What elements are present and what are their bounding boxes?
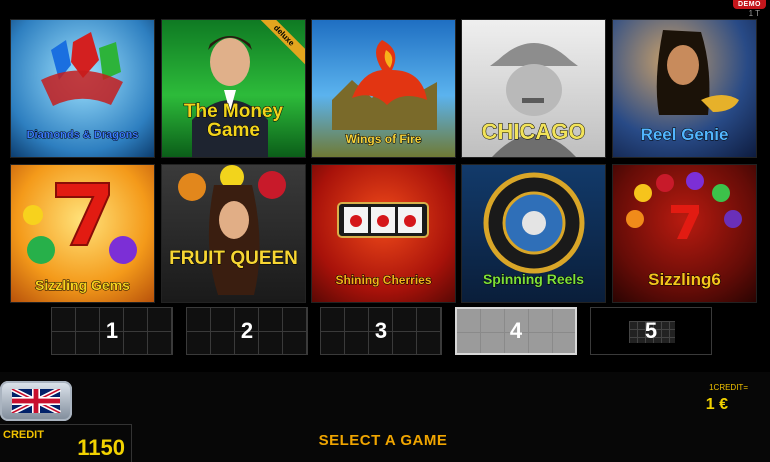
game-tile-diamonds-dragons[interactable]: Diamonds & Dragons [11, 20, 154, 157]
game-tile-sizzling-gems[interactable]: Sizzling Gems [11, 165, 154, 302]
page-3-button[interactable]: 3 [320, 307, 442, 355]
page-number: 4 [509, 318, 523, 343]
game-title: CHICAGO [481, 119, 586, 144]
credit-label: CREDIT [3, 429, 44, 441]
uk-flag-icon [10, 389, 62, 413]
page-4-button[interactable]: 4 [455, 307, 577, 355]
game-title: Sizzling6 [648, 270, 722, 289]
credit-rate-label: 1CREDIT= [709, 383, 748, 392]
game-title: Diamonds & Dragons [26, 129, 139, 141]
game-tile-reel-genie[interactable]: Reel Genie [613, 20, 756, 157]
game-tile-money-game[interactable]: deluxe The Money Game [162, 20, 305, 157]
game-title: Spinning Reels [482, 271, 585, 287]
fruit-queen-art [178, 165, 286, 295]
game-title: FRUIT QUEEN [169, 248, 299, 269]
game-tile-chicago[interactable]: CHICAGO [462, 20, 605, 157]
game-tile-shining-cherries[interactable]: Shining Cherries [312, 165, 455, 302]
game-title: Sizzling Gems [35, 277, 131, 293]
game-tile-fruit-queen[interactable]: FRUIT QUEEN [162, 165, 305, 302]
select-game-label: SELECT A GAME [318, 432, 448, 449]
page-selector: 1 2 3 4 5 [0, 307, 770, 357]
demo-badge: DEMO [733, 0, 766, 9]
game-title: Wings of Fire [345, 132, 422, 146]
game-grid: Diamonds & Dragons deluxe The Money Game… [11, 20, 756, 302]
demo-sub-label: 1 T [748, 9, 760, 18]
page-number: 2 [240, 318, 254, 343]
page-number: 5 [644, 318, 658, 343]
page-number: 1 [105, 318, 119, 343]
page-5-button[interactable]: 5 [590, 307, 712, 355]
page-number: 3 [374, 318, 388, 343]
game-title: Reel Genie [640, 125, 729, 144]
game-tile-spinning-reels[interactable]: Spinning Reels [462, 165, 605, 302]
language-button[interactable] [0, 381, 72, 421]
game-tile-sizzling6[interactable]: Sizzling6 [613, 165, 756, 302]
game-title: Shining Cherries [335, 273, 432, 287]
page-1-button[interactable]: 1 [51, 307, 173, 355]
credit-value: 1150 [77, 435, 125, 460]
page-2-button[interactable]: 2 [186, 307, 308, 355]
credit-rate-value: 1 € [705, 396, 728, 413]
game-title: The Money Game [183, 101, 284, 141]
game-tile-wings-of-fire[interactable]: Wings of Fire [312, 20, 455, 157]
